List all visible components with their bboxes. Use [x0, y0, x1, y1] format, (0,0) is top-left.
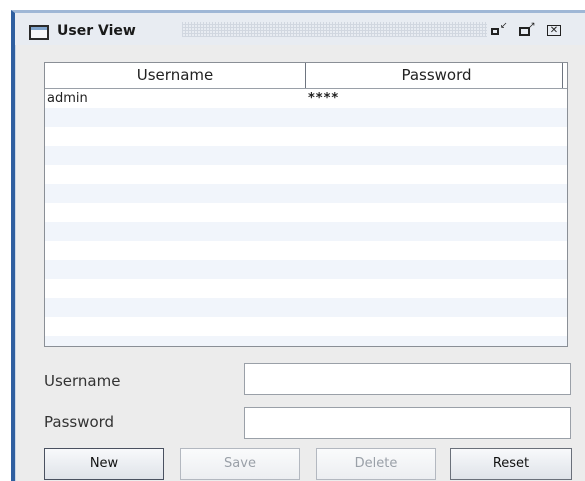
table-row[interactable] — [45, 184, 567, 203]
column-header-username[interactable]: Username — [45, 63, 306, 88]
title-bar-grip — [182, 22, 487, 37]
delete-button: Delete — [316, 448, 436, 480]
table-row[interactable] — [45, 241, 567, 260]
table-row[interactable] — [45, 279, 567, 298]
username-field[interactable] — [244, 363, 571, 395]
table-row[interactable] — [45, 146, 567, 165]
table-row[interactable] — [45, 165, 567, 184]
new-button[interactable]: New — [44, 448, 164, 480]
maximize-arrow-icon: ↗ — [528, 21, 536, 31]
desktop: User View ↙ ↗ ✕ Username Password admin *… — [0, 0, 585, 481]
table-row[interactable] — [45, 298, 567, 317]
password-field[interactable] — [244, 407, 571, 439]
close-button[interactable]: ✕ — [547, 23, 563, 37]
table-row[interactable] — [45, 317, 567, 336]
window-title: User View — [57, 23, 136, 39]
maximize-button[interactable]: ↗ — [517, 21, 536, 37]
username-label: Username — [44, 372, 121, 390]
title-bar[interactable]: User View ↙ ↗ ✕ — [15, 13, 585, 45]
table-row[interactable] — [45, 127, 567, 146]
frame-window-icon — [29, 25, 49, 40]
table-row[interactable] — [45, 336, 567, 346]
iconify-arrow-icon: ↙ — [500, 21, 508, 31]
table-row[interactable] — [45, 260, 567, 279]
user-view-internal-frame: User View ↙ ↗ ✕ Username Password admin *… — [11, 10, 585, 481]
table-body: admin **** — [45, 89, 567, 346]
table-row[interactable] — [45, 222, 567, 241]
cell-username: admin — [47, 91, 88, 106]
save-button: Save — [180, 448, 300, 480]
iconify-icon — [491, 28, 499, 35]
iconify-button[interactable]: ↙ — [490, 21, 508, 37]
cell-password: **** — [308, 91, 340, 106]
reset-button[interactable]: Reset — [450, 448, 572, 480]
table-header: Username Password — [45, 63, 567, 89]
table-row[interactable] — [45, 108, 567, 127]
column-header-password[interactable]: Password — [306, 63, 567, 88]
header-corner — [562, 63, 567, 88]
close-x-icon: ✕ — [549, 25, 559, 36]
table-row[interactable] — [45, 203, 567, 222]
users-table[interactable]: Username Password admin **** — [44, 62, 568, 347]
password-label: Password — [44, 413, 115, 431]
table-row[interactable]: admin **** — [45, 89, 567, 108]
